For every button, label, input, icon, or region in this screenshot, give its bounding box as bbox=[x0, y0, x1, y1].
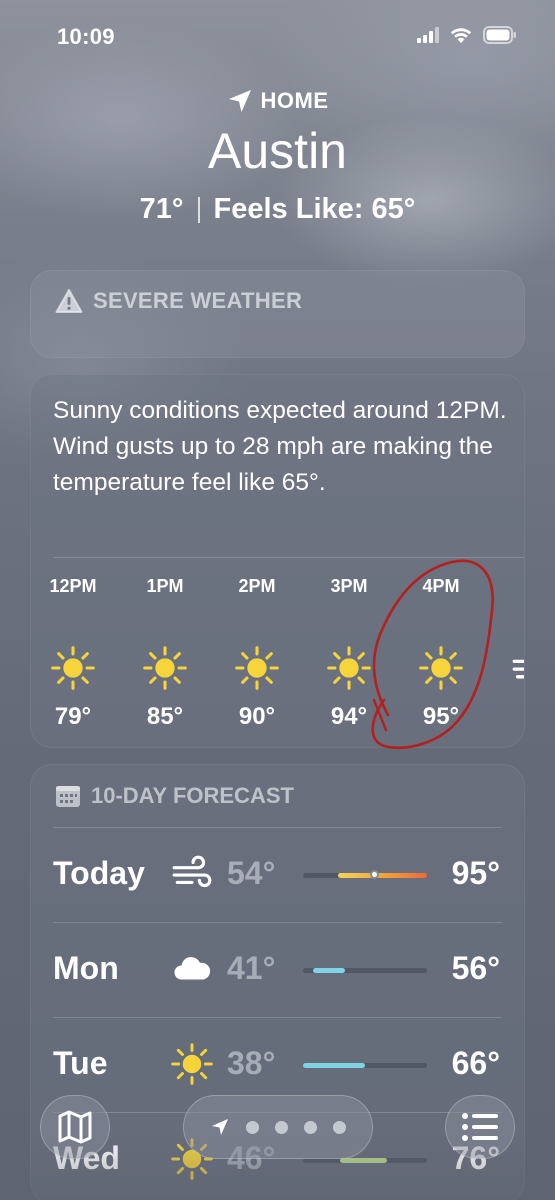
status-time: 10:09 bbox=[57, 24, 115, 49]
red-circle-annotation bbox=[371, 559, 494, 749]
hour-column: 2PM 90° bbox=[211, 573, 303, 731]
divider bbox=[53, 827, 502, 828]
forecast-title: 10-DAY FORECAST bbox=[91, 783, 294, 808]
severe-weather-title: SEVERE WEATHER bbox=[93, 288, 303, 313]
location-name: HOME bbox=[260, 88, 329, 113]
hour-temp: 79° bbox=[54, 703, 92, 730]
calendar-icon bbox=[56, 786, 80, 807]
current-conditions: 71° Feels Like: 65° bbox=[0, 193, 555, 226]
divider bbox=[197, 196, 200, 223]
temp-range-bar bbox=[303, 870, 427, 879]
hour-temp: 85° bbox=[146, 703, 184, 730]
hour-column: 1PM 85° bbox=[119, 573, 211, 731]
list-button[interactable] bbox=[445, 1095, 515, 1159]
sun-icon bbox=[235, 646, 279, 690]
hour-label: 1PM bbox=[146, 576, 184, 596]
forecast-day: Mon bbox=[53, 950, 119, 986]
page-dot[interactable] bbox=[333, 1120, 346, 1134]
divider bbox=[53, 922, 502, 923]
list-icon bbox=[462, 1113, 498, 1141]
sun-icon bbox=[171, 1043, 213, 1085]
wifi-icon bbox=[449, 26, 473, 44]
forecast-row[interactable]: Today 54° 95° bbox=[31, 827, 524, 921]
sun-icon bbox=[51, 646, 95, 690]
wind-icon bbox=[172, 855, 212, 888]
forecast-summary: Sunny conditions expected around 12PM. W… bbox=[53, 397, 507, 496]
temp-range-fill bbox=[340, 1158, 388, 1163]
map-button[interactable] bbox=[40, 1095, 110, 1159]
severe-weather-card[interactable]: SEVERE WEATHER bbox=[30, 270, 525, 358]
temp-range-bar bbox=[303, 1063, 427, 1068]
forecast-high: 66° bbox=[451, 1045, 500, 1081]
current-temp: 71° bbox=[139, 193, 184, 225]
warning-triangle-icon bbox=[55, 289, 83, 313]
forecast-low: 38° bbox=[227, 1045, 276, 1081]
wind-icon bbox=[512, 659, 524, 679]
hour-label: 12PM bbox=[49, 576, 97, 596]
forecast-day: Tue bbox=[53, 1045, 108, 1081]
page-dot[interactable] bbox=[304, 1120, 317, 1134]
forecast-high: 95° bbox=[451, 855, 500, 891]
page-dot[interactable] bbox=[275, 1120, 288, 1134]
divider bbox=[53, 1017, 502, 1018]
feels-like: Feels Like: 65° bbox=[213, 193, 416, 225]
signal-icon bbox=[417, 27, 439, 43]
forecast-low: 54° bbox=[227, 855, 276, 891]
cloud-icon bbox=[174, 957, 211, 980]
battery-icon bbox=[483, 26, 517, 44]
location-pager[interactable] bbox=[183, 1095, 373, 1159]
temp-range-fill bbox=[312, 968, 346, 973]
hour-label: 2PM bbox=[238, 576, 276, 596]
forecast-header: 10-DAY FORECAST bbox=[55, 783, 294, 809]
temp-range-fill bbox=[337, 873, 427, 878]
forecast-low: 41° bbox=[227, 950, 276, 986]
location-label: HOME bbox=[0, 88, 555, 114]
city-name: Austin bbox=[208, 123, 347, 179]
forecast-day: Today bbox=[53, 855, 145, 891]
forecast-row[interactable]: Mon 41° 56° bbox=[31, 922, 524, 1016]
severe-weather-header: SEVERE WEATHER bbox=[55, 288, 302, 314]
hour-column: 12PM 79° bbox=[31, 573, 119, 731]
location-arrow-icon bbox=[212, 1119, 228, 1135]
temp-range-fill bbox=[303, 1063, 365, 1068]
hour-temp: 90° bbox=[238, 703, 276, 730]
map-icon bbox=[58, 1110, 92, 1144]
forecast-high: 56° bbox=[451, 950, 500, 986]
page-dot[interactable] bbox=[246, 1120, 259, 1134]
location-arrow-icon bbox=[228, 90, 251, 112]
temp-range-bar bbox=[303, 968, 427, 973]
status-icons bbox=[417, 26, 517, 44]
sun-icon bbox=[143, 646, 187, 690]
